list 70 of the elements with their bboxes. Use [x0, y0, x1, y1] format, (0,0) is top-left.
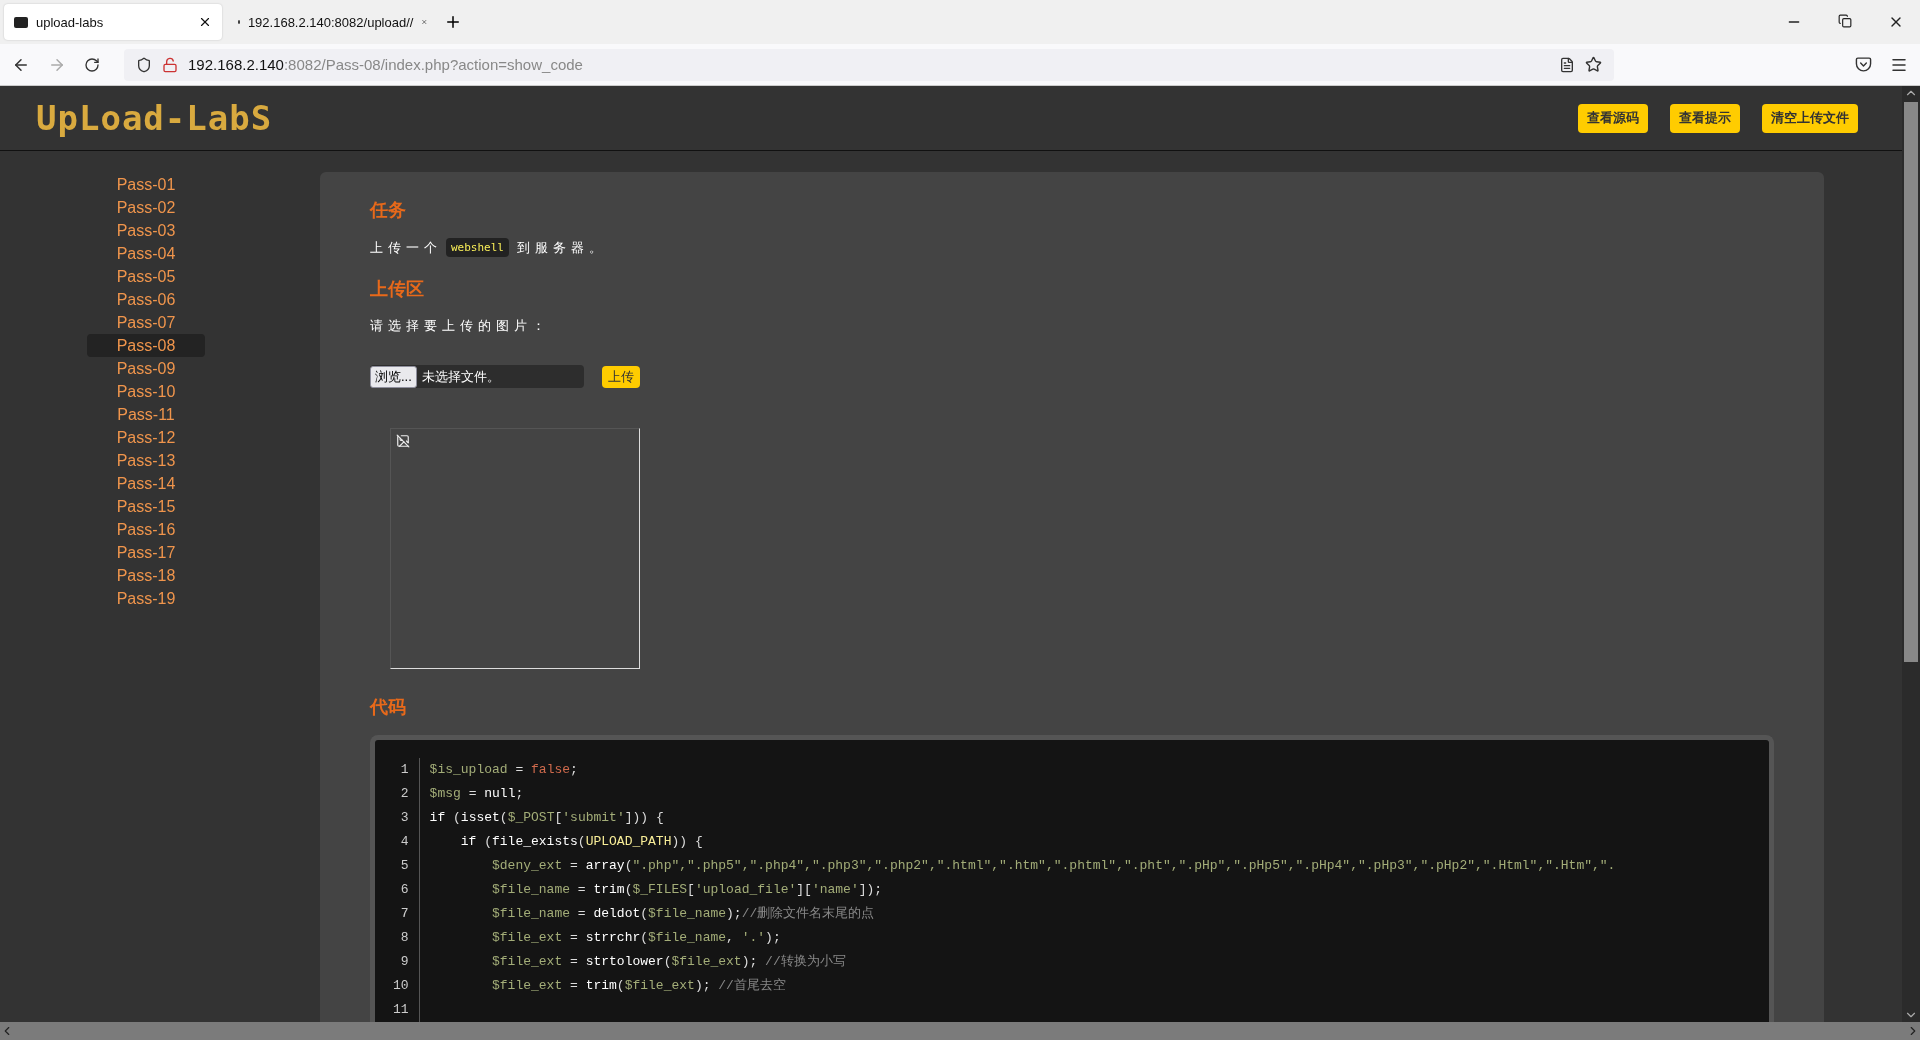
browser-tab[interactable]: upload-labs: [4, 4, 222, 40]
browse-button[interactable]: 浏览...: [370, 365, 417, 388]
line-number: 8: [400, 929, 409, 947]
task-text: 上传一个: [370, 238, 442, 257]
close-icon[interactable]: [198, 15, 212, 29]
bookmark-icon[interactable]: [1585, 56, 1602, 73]
favicon: [14, 16, 28, 28]
code-line: $file_ext = strrchr($file_name, '.');: [491, 929, 782, 947]
task-text: 到服务器。: [517, 238, 607, 257]
line-number: 9: [400, 953, 409, 971]
sidebar-item[interactable]: Pass-18: [87, 564, 205, 587]
code-line: $file_ext = strtolower($file_ext); //转换为小写: [491, 953, 847, 971]
file-input[interactable]: 浏览... 未选择文件。: [370, 365, 584, 388]
line-number: 5: [400, 857, 409, 875]
section-heading: 代码: [370, 695, 407, 719]
section-heading: 任务: [370, 198, 407, 222]
sidebar-item[interactable]: Pass-02: [87, 196, 205, 219]
upload-button[interactable]: 上传: [602, 365, 640, 388]
sidebar-item[interactable]: Pass-19: [87, 587, 205, 610]
sidebar-item[interactable]: Pass-12: [87, 426, 205, 449]
code-line: if (file_exists(UPLOAD_PATH)) {: [459, 833, 704, 851]
pocket-icon[interactable]: [1855, 56, 1872, 73]
code-line: if (isset($_POST['submit'])) {: [429, 809, 665, 827]
line-number: 4: [400, 833, 409, 851]
header-button[interactable]: 查看源码: [1578, 103, 1648, 133]
code-line: $file_name = trim($_FILES['upload_file']['name']);: [491, 881, 884, 899]
line-number: 6: [400, 881, 409, 899]
broken-image-icon: [396, 434, 410, 448]
sidebar-item[interactable]: Pass-03: [87, 219, 205, 242]
code-line: $is_upload = false;: [429, 761, 579, 779]
sidebar-item[interactable]: Pass-09: [87, 357, 205, 380]
code-line: $file_ext = trim($file_ext); //首尾去空: [491, 977, 787, 995]
code-line: $file_name = deldot($file_name);//删除文件名末尾的点: [491, 905, 876, 923]
sidebar-item[interactable]: Pass-14: [87, 472, 205, 495]
sidebar-item[interactable]: Pass-10: [87, 380, 205, 403]
logo: UpLoad-LabS: [36, 98, 273, 138]
new-tab-icon[interactable]: [444, 13, 462, 31]
sidebar-item[interactable]: Pass-11: [87, 403, 205, 426]
line-number: 7: [400, 905, 409, 923]
header-button[interactable]: 清空上传文件: [1762, 103, 1858, 133]
lock-icon: [162, 56, 178, 73]
header-button[interactable]: 查看提示: [1670, 103, 1740, 133]
code-line: $msg = null;: [429, 785, 525, 803]
line-number: 11: [393, 1001, 409, 1019]
address-bar[interactable]: 192.168.2.140:8082/Pass-08/index.php?action=show_code: [124, 48, 1614, 81]
sidebar-item[interactable]: Pass-13: [87, 449, 205, 472]
sidebar-item[interactable]: Pass-17: [87, 541, 205, 564]
sidebar-item[interactable]: Pass-07: [87, 311, 205, 334]
sidebar-item[interactable]: Pass-16: [87, 518, 205, 541]
line-number: 10: [393, 977, 409, 995]
reload-icon[interactable]: [84, 56, 100, 73]
restore-icon[interactable]: [1838, 14, 1852, 28]
sidebar-item[interactable]: Pass-15: [87, 495, 205, 518]
line-number: 2: [400, 785, 409, 803]
sidebar-item[interactable]: Pass-05: [87, 265, 205, 288]
sidebar-item[interactable]: Pass-04: [87, 242, 205, 265]
horizontal-scrollbar[interactable]: [0, 1022, 1920, 1040]
code-tag: webshell: [446, 238, 509, 257]
sidebar-item[interactable]: Pass-01: [87, 173, 205, 196]
upload-prompt: 请选择要上传的图片：: [370, 317, 551, 335]
sidebar-item[interactable]: Pass-06: [87, 288, 205, 311]
shield-icon: [136, 56, 152, 73]
code-line: $deny_ext = array(".php",".php5",".php4",".php3",".php2",".html",".htm",".phtml",".pht",".pHp",".pHp5",".pHp4",".pHp3",".pHp2",".Html",".Htm",".: [491, 857, 1616, 875]
vertical-scrollbar[interactable]: [1902, 86, 1920, 1022]
reader-icon[interactable]: [1559, 56, 1575, 73]
sidebar-item[interactable]: Pass-08: [87, 334, 205, 357]
section-heading: 上传区: [370, 277, 425, 301]
line-number: 3: [400, 809, 409, 827]
line-number: 1: [400, 761, 409, 779]
browser-tab[interactable]: 192.168.2.140:8082/upload//: [228, 4, 438, 40]
